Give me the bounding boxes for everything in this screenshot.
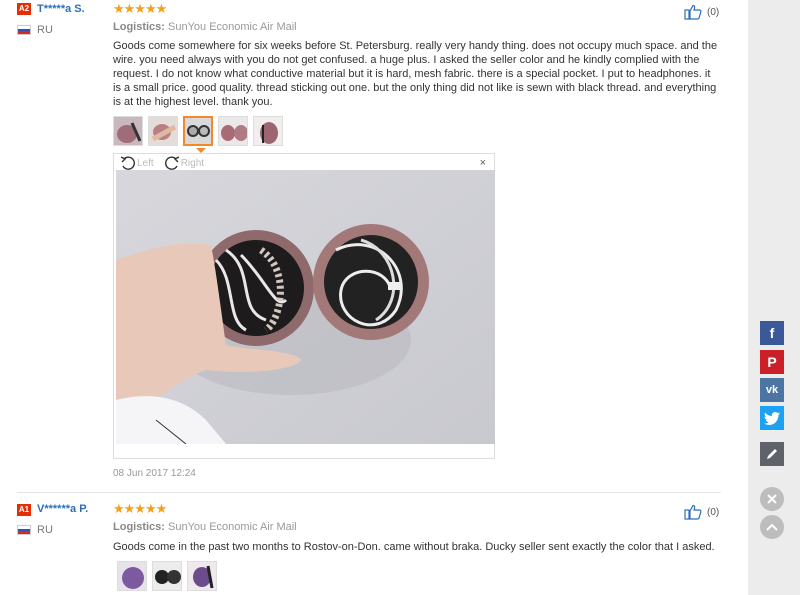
rotate-left-button[interactable]: Left [120,156,154,170]
reviews-panel: A2 T*****a S. RU ★★★★★ Logistics: SunYou… [0,0,748,595]
pencil-icon [767,449,777,459]
reviewer-name[interactable]: V******a P. [37,503,88,515]
rating-stars: ★★★★★ [113,1,167,16]
photo-viewer-toolbar: Left Right [120,156,204,170]
pinterest-icon: P [767,354,777,370]
rotate-left-label: Left [137,157,154,169]
twitter-icon [764,411,780,425]
reviewer-country: RU [37,24,53,36]
close-viewer-button[interactable]: × [480,157,486,169]
logistics-info: Logistics: SunYou Economic Air Mail [113,21,297,33]
photo-viewer: Left Right × [113,153,495,459]
review-text: Goods come in the past two months to Ros… [113,541,715,553]
like-button[interactable]: (0) [684,4,719,20]
reviewer-country: RU [37,524,53,536]
facebook-share-button[interactable]: f [760,321,784,345]
review-divider [17,492,721,493]
facebook-icon: f [769,325,775,341]
review-photo-thumb[interactable] [187,561,217,591]
vk-icon: vk [765,384,779,396]
vk-share-button[interactable]: vk [760,378,784,402]
rating-stars: ★★★★★ [113,501,167,516]
logistics-label: Logistics: [113,521,165,533]
review-photo-thumb[interactable] [253,116,283,146]
scroll-to-top-button[interactable] [760,515,784,539]
reviewer-name[interactable]: T*****a S. [37,3,85,15]
review-text: Goods come somewhere for six weeks befor… [113,40,718,108]
thumbs-up-icon [684,4,702,20]
chevron-up-icon [766,523,778,531]
thumbs-up-icon [684,504,702,520]
review-date: 08 Jun 2017 12:24 [113,468,196,479]
logistics-info: Logistics: SunYou Economic Air Mail [113,521,297,533]
russia-flag-icon [17,25,31,35]
edit-button[interactable] [760,442,784,466]
logistics-value: SunYou Economic Air Mail [168,521,297,533]
buyer-level-badge: A1 [17,504,31,516]
review-photo-thumb[interactable] [113,116,143,146]
review-photo-strip [113,116,283,146]
pinterest-share-button[interactable]: P [760,350,784,374]
review-photo-thumb[interactable] [152,561,182,591]
logistics-value: SunYou Economic Air Mail [168,21,297,33]
logistics-label: Logistics: [113,21,165,33]
rotate-right-button[interactable]: Right [164,156,204,170]
review-photo-strip [117,561,217,591]
close-panel-button[interactable] [760,487,784,511]
buyer-level-badge: A2 [17,3,31,15]
twitter-share-button[interactable] [760,406,784,430]
rotate-left-icon [120,156,135,170]
like-count: (0) [707,6,720,18]
rotate-right-icon [164,156,180,170]
russia-flag-icon [17,525,31,535]
like-button[interactable]: (0) [684,504,719,520]
review-photo-large [116,170,495,444]
review-photo-thumb[interactable] [218,116,248,146]
like-count: (0) [707,506,720,518]
review-photo-thumb[interactable] [117,561,147,591]
review-photo-thumb-selected[interactable] [183,116,213,146]
rotate-right-label: Right [180,157,205,169]
close-icon [767,494,777,504]
review-photo-thumb[interactable] [148,116,178,146]
